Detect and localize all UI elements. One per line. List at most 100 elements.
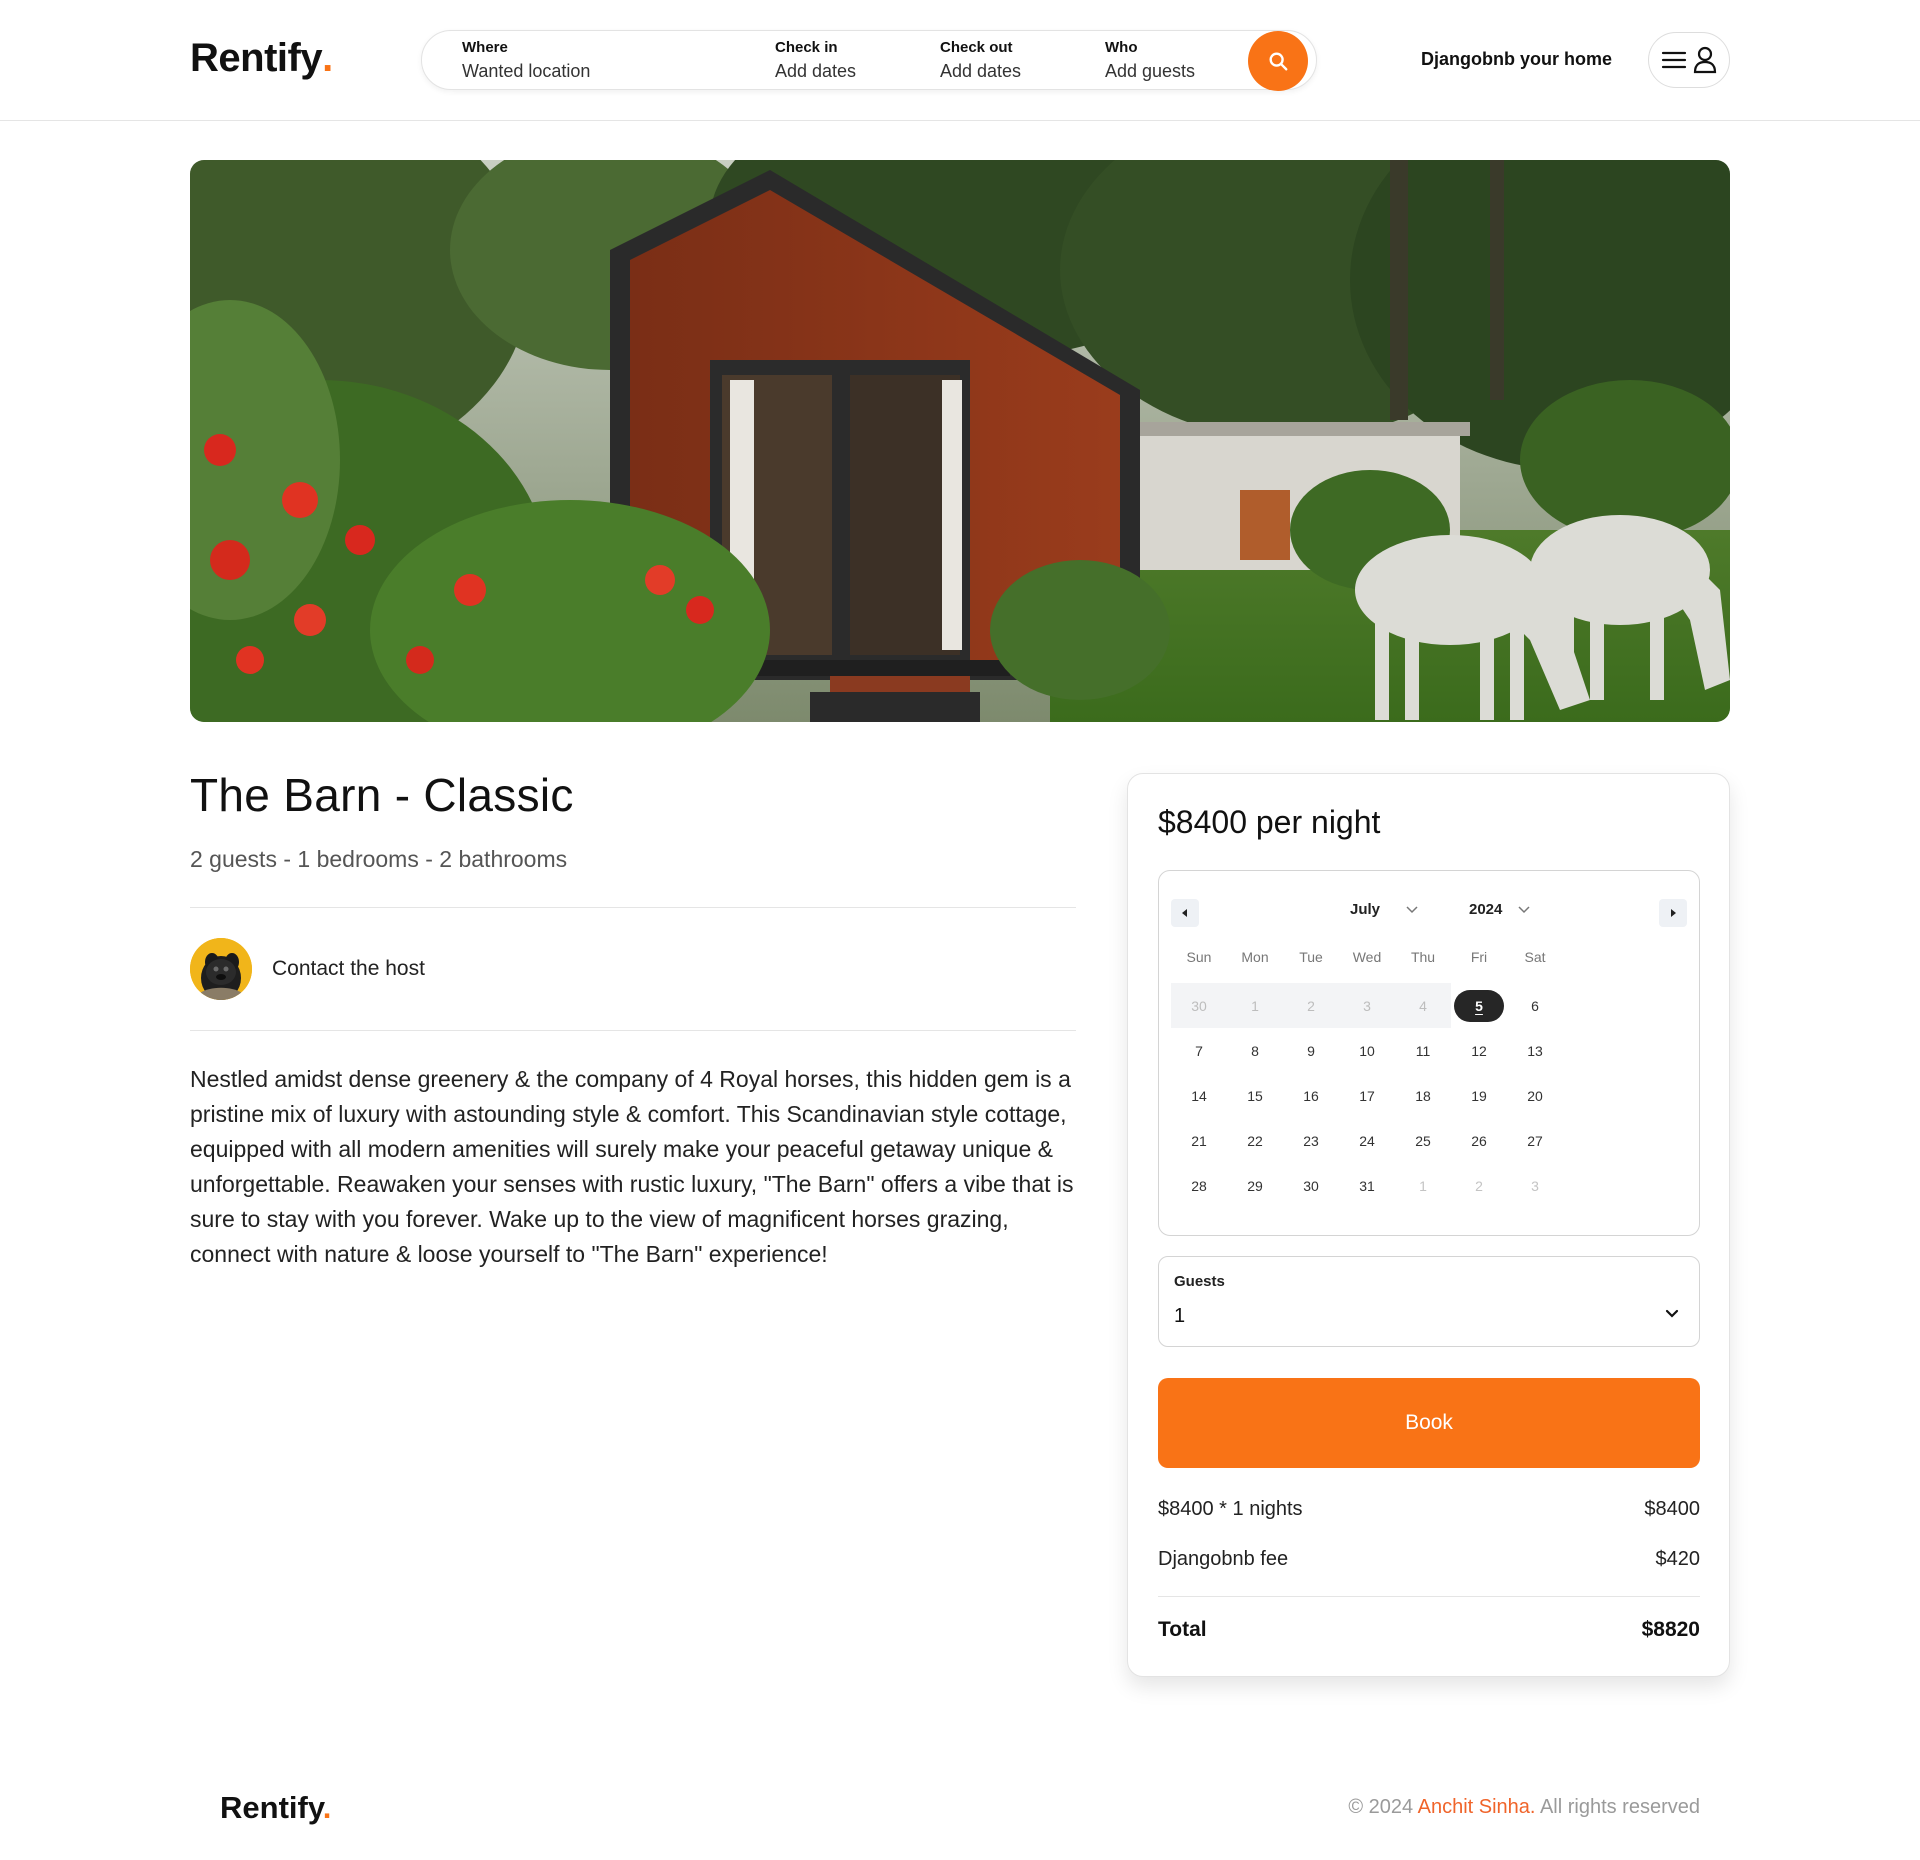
calendar-day[interactable]: 22 [1227,1118,1283,1163]
search-check-in-label: Check in [775,39,838,56]
calendar-day[interactable]: 13 [1507,1028,1563,1073]
listing-description: Nestled amidst dense greenery & the comp… [190,1066,1074,1267]
previous-month-button[interactable] [1171,899,1199,927]
search-icon [1269,52,1288,71]
guests-label: Guests [1174,1273,1225,1290]
top-navbar: Rentify. Where Wanted location Check in … [0,0,1920,121]
listing-title: The Barn - Classic [190,769,574,821]
nights-cost-label: $8400 * 1 nights [1158,1498,1303,1520]
fee-amount: $420 [1655,1548,1701,1570]
search-who[interactable]: Who Add guests [1105,39,1195,83]
booking-card: $8400 per night July 2024 Sun Mon Tue We… [1127,773,1730,1677]
search-where[interactable]: Where Wanted location [462,39,590,83]
search-check-out-value: Add dates [940,61,1022,81]
caret-right-icon [1671,909,1676,917]
calendar-day[interactable]: 15 [1227,1073,1283,1118]
calendar-day[interactable]: 28 [1171,1163,1227,1208]
search-bar: Where Wanted location Check in Add dates… [421,30,1317,91]
divider [1158,1596,1700,1597]
guests-value: 1 [1174,1305,1186,1327]
date-picker-calendar: July 2024 Sun Mon Tue Wed Thu Fri Sat 30… [1158,870,1700,1236]
copyright-prefix: © 2024 [1348,1796,1414,1818]
hamburger-icon [1661,51,1687,69]
calendar-day[interactable]: 19 [1451,1073,1507,1118]
total-row: Total $8820 [1158,1618,1700,1642]
book-button[interactable]: Book [1158,1378,1700,1468]
brand-logo-dot: . [322,36,333,80]
calendar-day[interactable]: 24 [1339,1118,1395,1163]
calendar-day-disabled: 2 [1283,983,1339,1028]
calendar-day[interactable]: 29 [1227,1163,1283,1208]
guests-select[interactable]: Guests 1 [1158,1256,1700,1347]
brand-logo[interactable]: Rentify. [190,36,333,81]
calendar-day[interactable]: 20 [1507,1073,1563,1118]
calendar-day[interactable]: 11 [1395,1028,1451,1073]
weekday-label: Fri [1470,949,1488,965]
calendar-day[interactable]: 30 [1283,1163,1339,1208]
calendar-day-next-month[interactable]: 1 [1395,1163,1451,1208]
calendar-day[interactable]: 23 [1283,1118,1339,1163]
search-who-label: Who [1105,39,1138,56]
weekday-label: Thu [1410,949,1436,965]
calendar-day[interactable]: 25 [1395,1118,1451,1163]
fee-row: Djangobnb fee $420 [1158,1548,1700,1571]
calendar-day[interactable]: 8 [1227,1028,1283,1073]
host-row: Contact the host [190,938,425,1000]
search-check-in[interactable]: Check in Add dates [775,39,856,83]
footer-logo[interactable]: Rentify. [220,1790,331,1826]
calendar-day[interactable]: 10 [1339,1028,1395,1073]
weekday-label: Tue [1299,949,1323,965]
search-check-out[interactable]: Check out Add dates [940,39,1021,83]
author-link[interactable]: Anchit Sinha. [1418,1796,1536,1818]
calendar-day-next-month[interactable]: 2 [1451,1163,1507,1208]
year-select-value: 2024 [1469,901,1503,918]
search-where-label: Where [462,39,508,56]
brand-logo-text: Rentify [190,36,323,80]
calendar-day[interactable]: 17 [1339,1073,1395,1118]
nights-cost-row: $8400 * 1 nights $8400 [1158,1498,1700,1521]
calendar-day[interactable]: 6 [1507,983,1563,1028]
user-icon [1693,46,1717,74]
calendar-day[interactable]: 18 [1395,1073,1451,1118]
calendar-day[interactable]: 31 [1339,1163,1395,1208]
selected-day-label: 5 [1454,989,1504,1022]
caret-left-icon [1182,909,1187,917]
price-per-night: $8400 per night [1158,804,1381,840]
calendar-day[interactable]: 14 [1171,1073,1227,1118]
chevron-down-icon [1665,1309,1679,1318]
calendar-day[interactable]: 12 [1451,1028,1507,1073]
year-select[interactable]: 2024 [1469,901,1530,918]
calendar-day-disabled: 30 [1171,983,1227,1028]
calendar-day-disabled: 4 [1395,983,1451,1028]
total-amount: $8820 [1641,1618,1700,1641]
copyright-text: © 2024 Anchit Sinha. All rights reserved [1348,1796,1700,1819]
nights-cost-amount: $8400 [1644,1498,1700,1520]
calendar-day[interactable]: 27 [1507,1118,1563,1163]
copyright-suffix: All rights reserved [1539,1796,1700,1818]
footer-logo-dot: . [322,1790,332,1825]
host-avatar[interactable] [190,938,252,1000]
calendar-day[interactable]: 21 [1171,1118,1227,1163]
host-your-home-link[interactable]: Djangobnb your home [1421,49,1612,70]
search-check-in-value: Add dates [775,61,857,81]
calendar-day[interactable]: 16 [1283,1073,1339,1118]
month-select[interactable]: July [1350,901,1418,918]
calendar-day[interactable]: 26 [1451,1118,1507,1163]
total-label: Total [1158,1618,1207,1641]
calendar-day-next-month[interactable]: 3 [1507,1163,1563,1208]
next-month-button[interactable] [1659,899,1687,927]
weekday-label: Sat [1524,949,1546,965]
weekday-label: Wed [1352,949,1382,965]
calendar-day-selected[interactable]: 5 [1451,983,1507,1028]
calendar-day[interactable]: 9 [1283,1028,1339,1073]
fee-label: Djangobnb fee [1158,1548,1289,1570]
listing-details: 2 guests - 1 bedrooms - 2 bathrooms [190,846,568,872]
search-check-out-label: Check out [940,39,1013,56]
month-select-value: July [1350,901,1381,918]
user-menu-button[interactable] [1648,32,1730,88]
divider [190,907,1076,908]
search-button[interactable] [1248,31,1308,91]
footer-logo-text: Rentify [220,1790,323,1825]
contact-host-link[interactable]: Contact the host [272,957,425,981]
calendar-day[interactable]: 7 [1171,1028,1227,1073]
